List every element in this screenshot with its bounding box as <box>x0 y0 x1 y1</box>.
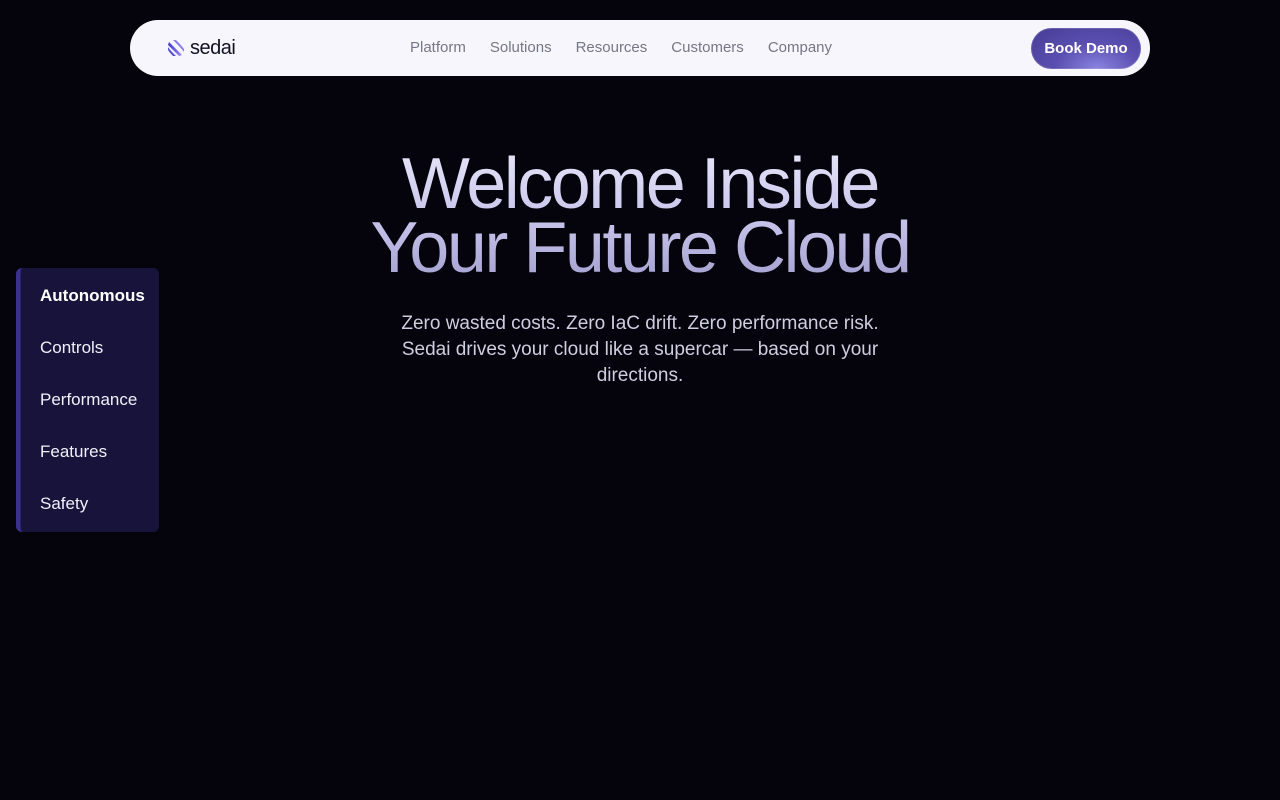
side-menu-item-safety[interactable]: Safety <box>40 494 88 514</box>
brand-name: sedai <box>190 36 236 59</box>
side-menu-item-autonomous[interactable]: Autonomous <box>40 286 145 306</box>
nav-link-resources[interactable]: Resources <box>576 39 648 56</box>
nav-link-customers[interactable]: Customers <box>671 39 744 56</box>
main-nav: Platform Solutions Resources Customers C… <box>410 20 832 76</box>
hero-title-line-2: Your Future Cloud <box>370 208 910 288</box>
side-menu-item-controls[interactable]: Controls <box>40 338 103 358</box>
side-menu-item-features[interactable]: Features <box>40 442 107 462</box>
side-menu-item-performance[interactable]: Performance <box>40 390 137 410</box>
hero-subtitle: Zero wasted costs. Zero IaC drift. Zero … <box>401 313 879 386</box>
book-demo-button[interactable]: Book Demo <box>1031 28 1141 69</box>
hero-title: Welcome Inside Your Future Cloud <box>340 152 940 280</box>
section-side-menu: Autonomous Controls Performance Features… <box>16 268 159 532</box>
sedai-logo-icon <box>168 40 184 56</box>
nav-link-solutions[interactable]: Solutions <box>490 39 552 56</box>
hero-title-line-1: Welcome Inside <box>402 144 878 224</box>
nav-link-company[interactable]: Company <box>768 39 832 56</box>
brand-logo[interactable]: sedai <box>166 36 236 60</box>
nav-link-platform[interactable]: Platform <box>410 39 466 56</box>
page: sedai Platform Solutions Resources Custo… <box>0 0 1280 800</box>
top-navbar: sedai Platform Solutions Resources Custo… <box>130 20 1150 76</box>
